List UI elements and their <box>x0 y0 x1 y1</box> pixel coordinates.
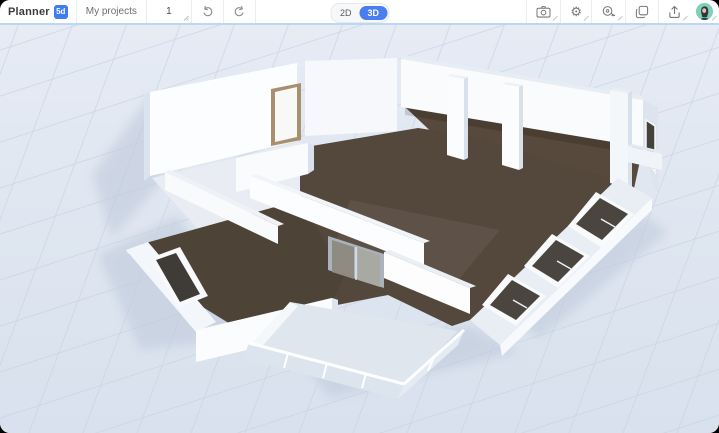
corner-grip-icon <box>583 15 589 21</box>
my-projects-label: My projects <box>86 6 137 17</box>
duplicate-button[interactable] <box>626 0 658 23</box>
top-toolbar: Planner 5d My projects 1 <box>0 0 719 23</box>
camera-icon <box>536 5 551 18</box>
corner-grip-icon <box>617 15 623 21</box>
view-mode-toggle: 2D 3D <box>330 3 389 23</box>
redo-icon <box>233 5 246 18</box>
tape-measure-icon <box>601 5 616 18</box>
settings-button[interactable]: ⚙ <box>561 0 591 23</box>
toolbar-underline <box>0 23 719 25</box>
measure-button[interactable] <box>592 0 625 23</box>
redo-button[interactable] <box>224 0 255 23</box>
snapshot-button[interactable] <box>527 0 560 23</box>
undo-button[interactable] <box>192 0 223 23</box>
copy-icon <box>635 5 649 19</box>
account-button[interactable] <box>690 0 719 23</box>
floorplan-3d-viewport[interactable] <box>0 25 719 433</box>
share-button[interactable] <box>659 0 690 23</box>
share-icon <box>668 5 681 19</box>
corner-grip-icon <box>183 15 189 21</box>
app-logo[interactable]: Planner 5d <box>0 0 76 23</box>
floorplan-svg <box>0 25 719 433</box>
view-2d-button[interactable]: 2D <box>332 6 360 20</box>
floor-selector[interactable]: 1 <box>147 0 191 23</box>
undo-icon <box>201 5 214 18</box>
gear-icon: ⚙ <box>570 5 582 18</box>
corner-grip-icon <box>711 15 717 21</box>
planner5d-window: Planner 5d My projects 1 <box>0 0 719 433</box>
door-panel <box>275 87 297 142</box>
corner-grip-icon <box>682 15 688 21</box>
back-middle-wall <box>305 58 401 136</box>
floor-selector-value: 1 <box>166 6 172 17</box>
brand-name: Planner <box>8 6 50 18</box>
my-projects-button[interactable]: My projects <box>77 0 146 23</box>
view-3d-button[interactable]: 3D <box>360 6 388 20</box>
planner5d-logo-icon: 5d <box>54 5 68 19</box>
toolbar-spacer <box>256 0 526 23</box>
corner-grip-icon <box>552 15 558 21</box>
